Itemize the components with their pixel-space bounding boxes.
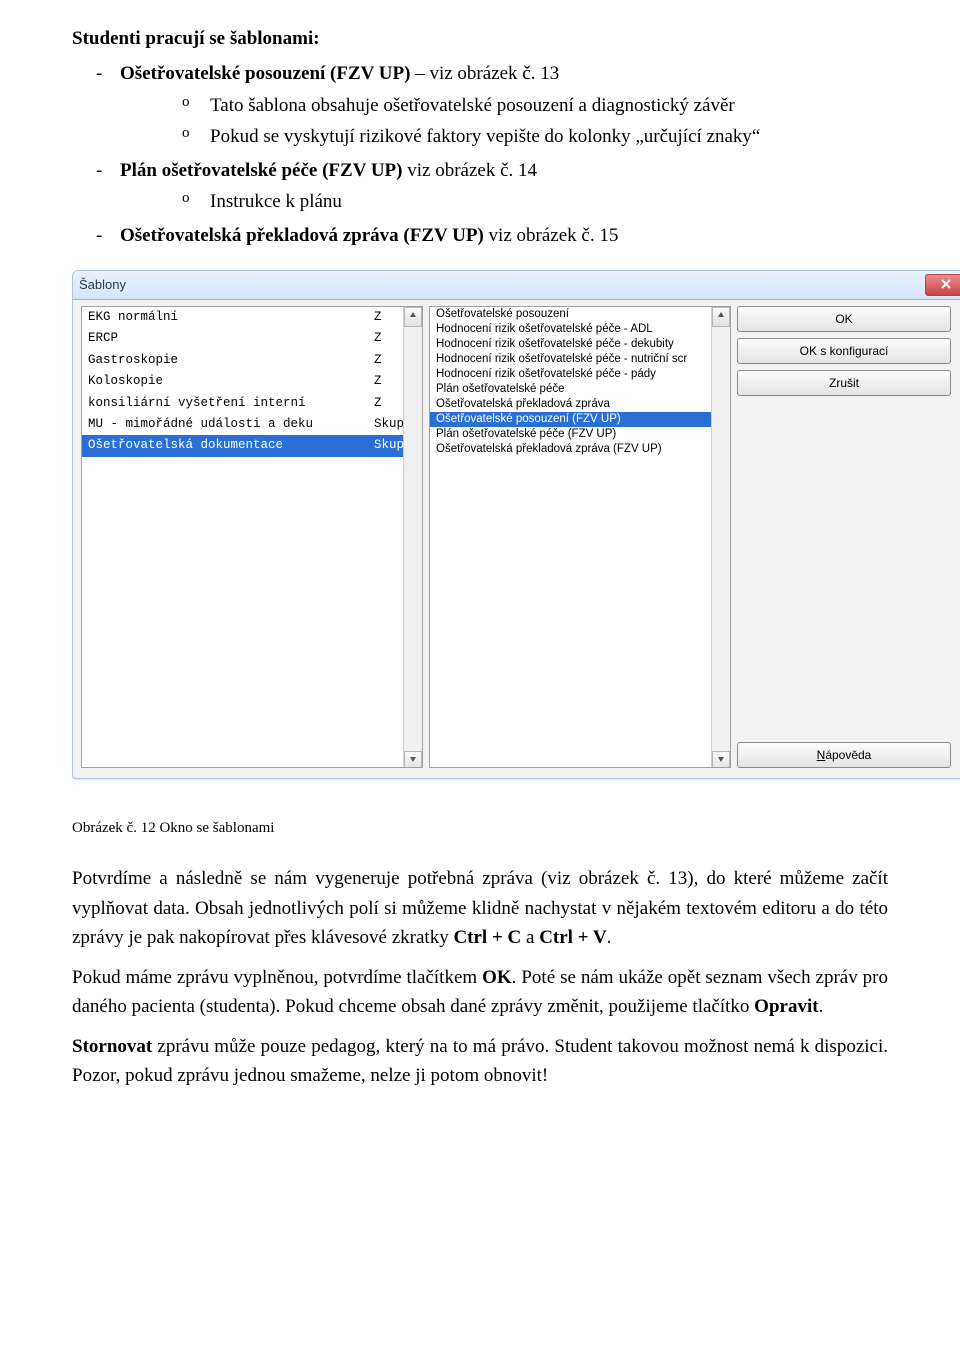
- ok-button[interactable]: OK: [737, 306, 951, 332]
- item-rest: viz obrázek č. 14: [402, 160, 537, 181]
- sublist: Tato šablona obsahuje ošetřovatelské pos…: [120, 91, 888, 152]
- shortcut: Ctrl + V: [539, 927, 606, 948]
- ok-with-config-button[interactable]: OK s konfigurací: [737, 338, 951, 364]
- spacer: [737, 402, 951, 736]
- button-label: Zrušit: [829, 374, 859, 393]
- chevron-down-icon: [409, 751, 417, 768]
- scroll-up-button[interactable]: [712, 307, 730, 327]
- dialog-title: Šablony: [79, 275, 925, 295]
- dialog-button-column: OK OK s konfigurací Zrušit Nápověda: [737, 306, 951, 768]
- item-name: Ošetřovatelská dokumentace: [88, 436, 374, 455]
- button-label: Nápověda: [817, 746, 872, 765]
- label: Stornovat: [72, 1036, 152, 1057]
- templates-dialog: Šablony EKG normálníZERCPZGastroskopieZK…: [72, 270, 960, 779]
- scrollbar[interactable]: [403, 307, 422, 767]
- sublist: Instrukce k plánu: [120, 187, 888, 216]
- text: .: [607, 927, 612, 948]
- button-label: OK s konfigurací: [800, 342, 889, 361]
- scroll-track[interactable]: [712, 327, 730, 751]
- paragraph: Stornovat zprávu může pouze pedagog, kte…: [72, 1032, 888, 1091]
- paragraph: Pokud máme zprávu vyplněnou, potvrdíme t…: [72, 963, 888, 1022]
- help-button[interactable]: Nápověda: [737, 742, 951, 768]
- text: Pokud máme zprávu vyplněnou, potvrdíme t…: [72, 967, 482, 988]
- item-name: EKG normální: [88, 308, 374, 327]
- close-icon: [941, 276, 951, 295]
- item-name: Koloskopie: [88, 372, 374, 391]
- text: zprávu může pouze pedagog, který na to m…: [72, 1036, 888, 1086]
- item-rest: viz obrázek č. 15: [484, 225, 619, 246]
- list-item: Tato šablona obsahuje ošetřovatelské pos…: [210, 91, 888, 120]
- item-name: MU - mimořádné události a deku: [88, 415, 374, 434]
- paragraph: Potvrdíme a následně se nám vygeneruje p…: [72, 864, 888, 952]
- button-label: OK: [835, 310, 852, 329]
- item-title: Ošetřovatelská překladová zpráva (FZV UP…: [120, 225, 484, 246]
- cancel-button[interactable]: Zrušit: [737, 370, 951, 396]
- list-item[interactable]: KoloskopieZ: [82, 371, 422, 392]
- scroll-track[interactable]: [404, 327, 422, 751]
- document: Studenti pracují se šablonami: Ošetřovat…: [0, 0, 960, 1140]
- scroll-down-button[interactable]: [712, 751, 730, 768]
- list-item: Ošetřovatelská překladová zpráva (FZV UP…: [120, 221, 888, 250]
- list-item: Instrukce k plánu: [210, 187, 888, 216]
- list-item[interactable]: EKG normálníZ: [82, 307, 422, 328]
- item-name: ERCP: [88, 329, 374, 348]
- list-item[interactable]: konsiliární vyšetření interníZ: [82, 393, 422, 414]
- label: Opravit: [754, 996, 818, 1017]
- text: a: [521, 927, 539, 948]
- list-item: Pokud se vyskytují rizikové faktory vepi…: [210, 122, 888, 151]
- screenshot: Šablony EKG normálníZERCPZGastroskopieZK…: [72, 270, 888, 779]
- chevron-up-icon: [717, 308, 725, 326]
- list-item: Plán ošetřovatelské péče (FZV UP) viz ob…: [120, 156, 888, 217]
- template-group-list[interactable]: EKG normálníZERCPZGastroskopieZKoloskopi…: [81, 306, 423, 768]
- list-item[interactable]: Ošetřovatelská překladová zpráva (FZV UP…: [430, 442, 730, 457]
- list-item[interactable]: MU - mimořádné události a dekuSkup: [82, 414, 422, 435]
- scrollbar[interactable]: [711, 307, 730, 767]
- item-title: Ošetřovatelské posouzení (FZV UP): [120, 63, 410, 84]
- item-label: Ošetřovatelská překladová zpráva (FZV UP…: [436, 441, 726, 459]
- list-item[interactable]: GastroskopieZ: [82, 350, 422, 371]
- text: .: [819, 996, 824, 1017]
- item-name: konsiliární vyšetření interní: [88, 394, 374, 413]
- dash-list: Ošetřovatelské posouzení (FZV UP) – viz …: [72, 59, 888, 250]
- figure-caption: Obrázek č. 12 Okno se šablonami: [72, 817, 888, 840]
- item-rest: – viz obrázek č. 13: [410, 63, 559, 84]
- dialog-body: EKG normálníZERCPZGastroskopieZKoloskopi…: [73, 300, 960, 778]
- item-title: Plán ošetřovatelské péče (FZV UP): [120, 160, 402, 181]
- chevron-up-icon: [409, 307, 417, 326]
- chevron-down-icon: [717, 752, 725, 768]
- section-heading: Studenti pracují se šablonami:: [72, 24, 888, 53]
- close-button[interactable]: [925, 274, 960, 296]
- list-item[interactable]: Ošetřovatelská dokumentaceSkup: [82, 435, 422, 456]
- scroll-up-button[interactable]: [404, 307, 422, 327]
- template-item-list[interactable]: Ošetřovatelské posouzeníHodnocení rizik …: [429, 306, 731, 768]
- list-item: Ošetřovatelské posouzení (FZV UP) – viz …: [120, 59, 888, 151]
- list-item[interactable]: ERCPZ: [82, 328, 422, 349]
- label: OK: [482, 967, 512, 988]
- scroll-down-button[interactable]: [404, 751, 422, 768]
- dialog-titlebar[interactable]: Šablony: [73, 271, 960, 300]
- shortcut: Ctrl + C: [453, 927, 521, 948]
- item-name: Gastroskopie: [88, 351, 374, 370]
